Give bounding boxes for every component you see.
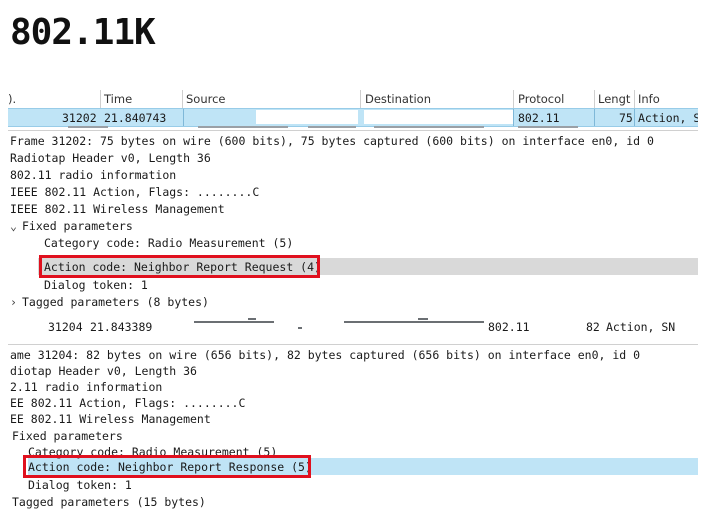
row-peek-fragment bbox=[374, 126, 484, 128]
detail-radiotap[interactable]: diotap Header v0, Length 36 bbox=[10, 363, 197, 379]
detail-radiotap[interactable]: Radiotap Header v0, Length 36 bbox=[10, 150, 211, 166]
col-separator[interactable] bbox=[513, 90, 514, 108]
highlight-box-response bbox=[23, 455, 311, 478]
col-separator[interactable] bbox=[360, 90, 361, 108]
row-peek-fragment bbox=[198, 126, 288, 128]
redacted-fragment bbox=[298, 327, 302, 329]
detail-fixed-params[interactable]: Fixed parameters bbox=[12, 428, 123, 444]
detail-action-flags[interactable]: EE 802.11 Action, Flags: ........C bbox=[10, 395, 245, 411]
redacted-fragment bbox=[418, 318, 428, 320]
cell-separator bbox=[634, 109, 635, 126]
redacted-fragment bbox=[248, 318, 256, 320]
col-separator[interactable] bbox=[634, 90, 635, 108]
col-info[interactable]: Info bbox=[638, 92, 660, 106]
cell-separator bbox=[513, 109, 514, 126]
packet-time: 21.843389 bbox=[90, 320, 153, 334]
detail-dialog-token[interactable]: Dialog token: 1 bbox=[44, 277, 148, 293]
detail-dialog-token[interactable]: Dialog token: 1 bbox=[28, 477, 132, 493]
highlight-box-request bbox=[39, 255, 320, 278]
detail-tagged-params[interactable]: Tagged parameters (15 bytes) bbox=[12, 494, 206, 510]
col-destination[interactable]: Destination bbox=[365, 92, 431, 106]
cell-separator bbox=[594, 109, 595, 126]
detail-frame[interactable]: ame 31204: 82 bytes on wire (656 bits), … bbox=[10, 347, 640, 363]
packet-protocol: 802.11 bbox=[488, 320, 530, 334]
packet-details-pane: ame 31204: 82 bytes on wire (656 bits), … bbox=[8, 344, 698, 514]
col-source[interactable]: Source bbox=[186, 92, 226, 106]
cell-separator bbox=[183, 109, 184, 126]
packet-details-pane: Frame 31202: 75 bytes on wire (600 bits)… bbox=[8, 130, 698, 310]
detail-frame[interactable]: Frame 31202: 75 bytes on wire (600 bits)… bbox=[10, 133, 654, 149]
packet-no: 31204 bbox=[48, 320, 83, 334]
row-peek-fragment bbox=[518, 126, 578, 128]
row-peek-fragment bbox=[308, 126, 356, 128]
packet-capture-request: ). Time Source Destination Protocol Leng… bbox=[8, 88, 698, 310]
detail-radio-info[interactable]: 2.11 radio information bbox=[10, 379, 162, 395]
redacted-source bbox=[256, 110, 358, 124]
detail-wireless-mgmt[interactable]: IEEE 802.11 Wireless Management bbox=[10, 201, 225, 217]
packet-length: 75 bbox=[619, 111, 633, 125]
detail-fixed-params[interactable]: ⌄ Fixed parameters bbox=[10, 218, 133, 234]
detail-wireless-mgmt[interactable]: EE 802.11 Wireless Management bbox=[10, 411, 211, 427]
packet-capture-response: 31204 21.843389 802.11 82 Action, SN ame… bbox=[8, 318, 698, 514]
packet-info: Action, S bbox=[638, 111, 698, 125]
detail-category-code[interactable]: Category code: Radio Measurement (5) bbox=[44, 235, 293, 251]
redacted-destination bbox=[364, 110, 514, 124]
packet-no: 31202 bbox=[62, 111, 97, 125]
detail-label: Tagged parameters (8 bytes) bbox=[22, 295, 209, 309]
detail-tagged-params[interactable]: › Tagged parameters (8 bytes) bbox=[10, 294, 209, 310]
packet-protocol: 802.11 bbox=[518, 111, 560, 125]
detail-radio-info[interactable]: 802.11 radio information bbox=[10, 167, 176, 183]
detail-label: Fixed parameters bbox=[22, 219, 133, 233]
chevron-right-icon[interactable]: › bbox=[10, 294, 22, 310]
page-title: 802.11K bbox=[10, 12, 156, 53]
col-time[interactable]: Time bbox=[104, 92, 132, 106]
col-separator[interactable] bbox=[182, 90, 183, 108]
chevron-down-icon[interactable]: ⌄ bbox=[10, 218, 22, 234]
col-protocol[interactable]: Protocol bbox=[518, 92, 564, 106]
redacted-fragment bbox=[194, 321, 274, 323]
col-length[interactable]: Lengt bbox=[598, 92, 630, 106]
row-peek-fragment bbox=[68, 126, 108, 128]
col-separator[interactable] bbox=[100, 90, 101, 108]
packet-time: 21.840743 bbox=[104, 111, 167, 125]
packet-length: 82 bbox=[586, 320, 600, 334]
packet-list-header: ). Time Source Destination Protocol Leng… bbox=[8, 88, 698, 109]
col-no[interactable]: ). bbox=[8, 92, 16, 106]
packet-info: Action, SN bbox=[606, 320, 676, 334]
col-separator[interactable] bbox=[594, 90, 595, 108]
redacted-fragment bbox=[344, 321, 484, 323]
packet-row[interactable]: 31204 21.843389 802.11 82 Action, SN bbox=[8, 318, 698, 335]
detail-action-flags[interactable]: IEEE 802.11 Action, Flags: ........C bbox=[10, 184, 259, 200]
